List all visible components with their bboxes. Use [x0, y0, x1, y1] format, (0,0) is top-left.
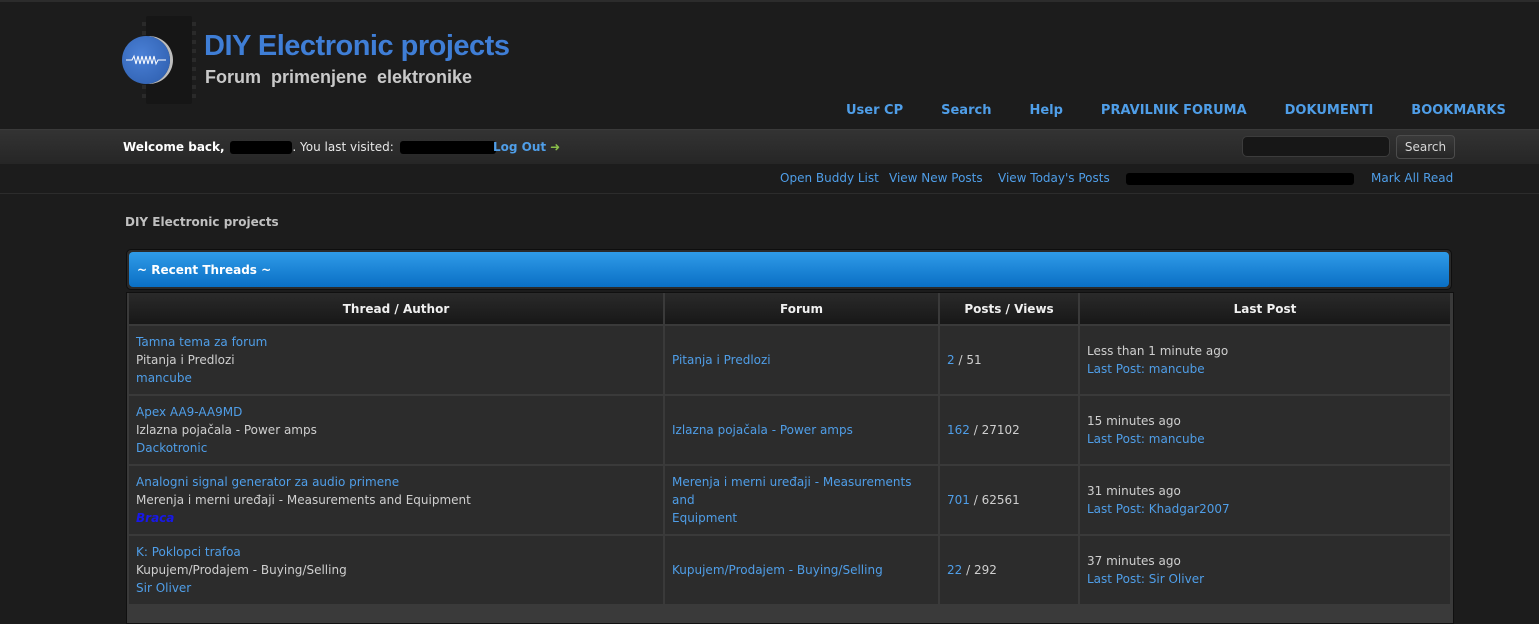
col-thread-author: Thread / Author — [129, 293, 663, 324]
last-post-cell: 37 minutes ago Last Post: Sir Oliver — [1080, 536, 1450, 604]
forum-link-line1: Merenja i merni uređaji - Measurements a… — [672, 475, 912, 507]
welcome-text: Welcome back, . You last visited: — [123, 140, 496, 154]
last-post-link[interactable]: Last Post: mancube — [1087, 430, 1443, 448]
thread-title-link[interactable]: K: Poklopci trafoa — [136, 543, 656, 561]
forum-link[interactable]: Pitanja i Predlozi — [672, 351, 931, 369]
last-post-cell: Less than 1 minute ago Last Post: mancub… — [1080, 326, 1450, 394]
redacted-last-visit — [399, 141, 496, 154]
search-button[interactable]: Search — [1396, 135, 1455, 159]
logo-title: DIY Electronic projects — [204, 30, 510, 62]
posts-count-link[interactable]: 162 — [947, 423, 970, 437]
last-post-link[interactable]: Last Post: Khadgar2007 — [1087, 500, 1443, 518]
thread-author-link[interactable]: Dackotronic — [136, 439, 656, 457]
thread-cell: Analogni signal generator za audio prime… — [129, 466, 663, 534]
thread-title-link[interactable]: Tamna tema za forum — [136, 333, 656, 351]
thread-cell: Tamna tema za forum Pitanja i Predlozi m… — [129, 326, 663, 394]
posts-count-link[interactable]: 22 — [947, 563, 962, 577]
block-title: ~ Recent Threads ~ — [129, 252, 1449, 287]
logout-label: Log Out — [493, 140, 547, 154]
thread-title-link[interactable]: Apex AA9-AA9MD — [136, 403, 656, 421]
posts-count-link[interactable]: 2 — [947, 353, 955, 367]
site-header: DIY Electronic projects Forum primenjene… — [0, 0, 1539, 129]
site-logo[interactable]: DIY Electronic projects Forum primenjene… — [120, 14, 510, 109]
forum-cell: Pitanja i Predlozi — [665, 326, 938, 394]
logo-subtitle: Forum primenjene elektronike — [205, 67, 473, 87]
posts-views-cell: 2 / 51 — [940, 326, 1078, 394]
posts-count-link[interactable]: 701 — [947, 493, 970, 507]
last-post-time: 15 minutes ago — [1087, 414, 1181, 428]
view-new-posts-link[interactable]: View New Posts — [889, 171, 983, 185]
open-buddy-list-link[interactable]: Open Buddy List — [780, 171, 879, 185]
last-post-cell: 15 minutes ago Last Post: mancube — [1080, 396, 1450, 464]
forum-link-line2: Equipment — [672, 511, 738, 525]
last-post-cell: 31 minutes ago Last Post: Khadgar2007 — [1080, 466, 1450, 534]
forum-link[interactable]: Kupujem/Prodajem - Buying/Selling — [672, 561, 931, 579]
last-post-time: 31 minutes ago — [1087, 484, 1181, 498]
recent-threads-header: ~ Recent Threads ~ — [126, 249, 1452, 290]
nav-search[interactable]: Search — [941, 103, 991, 118]
col-last-post: Last Post — [1080, 293, 1450, 324]
welcome-bar: Welcome back, . You last visited: Log Ou… — [0, 129, 1539, 165]
thread-forum-text: Kupujem/Prodajem - Buying/Selling — [136, 563, 347, 577]
posts-views-cell: 701 / 62561 — [940, 466, 1078, 534]
welcome-visited-label: . You last visited: — [292, 140, 394, 154]
breadcrumb[interactable]: DIY Electronic projects — [125, 215, 279, 229]
views-count: 27102 — [981, 423, 1020, 437]
forum-cell: Kupujem/Prodajem - Buying/Selling — [665, 536, 938, 604]
redacted-username — [230, 141, 293, 154]
main-nav: User CP Search Help PRAVILNIK FORUMA DOK… — [846, 103, 1539, 118]
top-border — [0, 0, 1539, 2]
thread-title-link[interactable]: Analogni signal generator za audio prime… — [136, 473, 656, 491]
col-posts-views: Posts / Views — [940, 293, 1078, 324]
thread-cell: Apex AA9-AA9MD Izlazna pojačala - Power … — [129, 396, 663, 464]
thread-forum-text: Merenja i merni uređaji - Measurements a… — [136, 493, 471, 507]
thread-author-link[interactable]: Braca — [136, 509, 656, 527]
views-count: 62561 — [981, 493, 1020, 507]
welcome-prefix: Welcome back, — [123, 140, 225, 154]
forum-link[interactable]: Izlazna pojačala - Power amps — [672, 421, 931, 439]
last-post-link[interactable]: Last Post: mancube — [1087, 360, 1443, 378]
arrow-right-icon: ➜ — [550, 140, 561, 154]
last-post-time: Less than 1 minute ago — [1087, 344, 1229, 358]
views-count: 292 — [973, 563, 997, 577]
redacted-link — [1126, 173, 1354, 185]
col-forum: Forum — [665, 293, 938, 324]
forum-cell: Izlazna pojačala - Power amps — [665, 396, 938, 464]
nav-help[interactable]: Help — [1029, 103, 1062, 118]
recent-threads-table: Thread / Author Forum Posts / Views Last… — [126, 292, 1454, 624]
thread-author-link[interactable]: mancube — [136, 369, 656, 387]
thread-author-link[interactable]: Sir Oliver — [136, 579, 656, 597]
forum-cell: Merenja i merni uređaji - Measurements a… — [665, 466, 938, 534]
pulse-circle-icon — [122, 36, 170, 84]
thread-forum-text: Pitanja i Predlozi — [136, 353, 235, 367]
nav-user-cp[interactable]: User CP — [846, 103, 903, 118]
last-post-link[interactable]: Last Post: Sir Oliver — [1087, 570, 1443, 588]
view-todays-posts-link[interactable]: View Today's Posts — [998, 171, 1110, 185]
search-input[interactable] — [1242, 136, 1390, 157]
nav-pravilnik-foruma[interactable]: PRAVILNIK FORUMA — [1101, 103, 1247, 118]
mark-all-read-link[interactable]: Mark All Read — [1371, 171, 1453, 185]
forum-link[interactable]: Merenja i merni uređaji - Measurements a… — [672, 473, 931, 527]
logout-link[interactable]: Log Out ➜ — [493, 140, 560, 154]
sub-navigation: Open Buddy List View New Posts View Toda… — [0, 164, 1539, 194]
thread-cell: K: Poklopci trafoa Kupujem/Prodajem - Bu… — [129, 536, 663, 604]
posts-views-cell: 22 / 292 — [940, 536, 1078, 604]
posts-views-cell: 162 / 27102 — [940, 396, 1078, 464]
nav-bookmarks[interactable]: BOOKMARKS — [1411, 103, 1506, 118]
last-post-time: 37 minutes ago — [1087, 554, 1181, 568]
thread-forum-text: Izlazna pojačala - Power amps — [136, 423, 317, 437]
views-count: 51 — [966, 353, 982, 367]
nav-dokumenti[interactable]: DOKUMENTI — [1285, 103, 1374, 118]
